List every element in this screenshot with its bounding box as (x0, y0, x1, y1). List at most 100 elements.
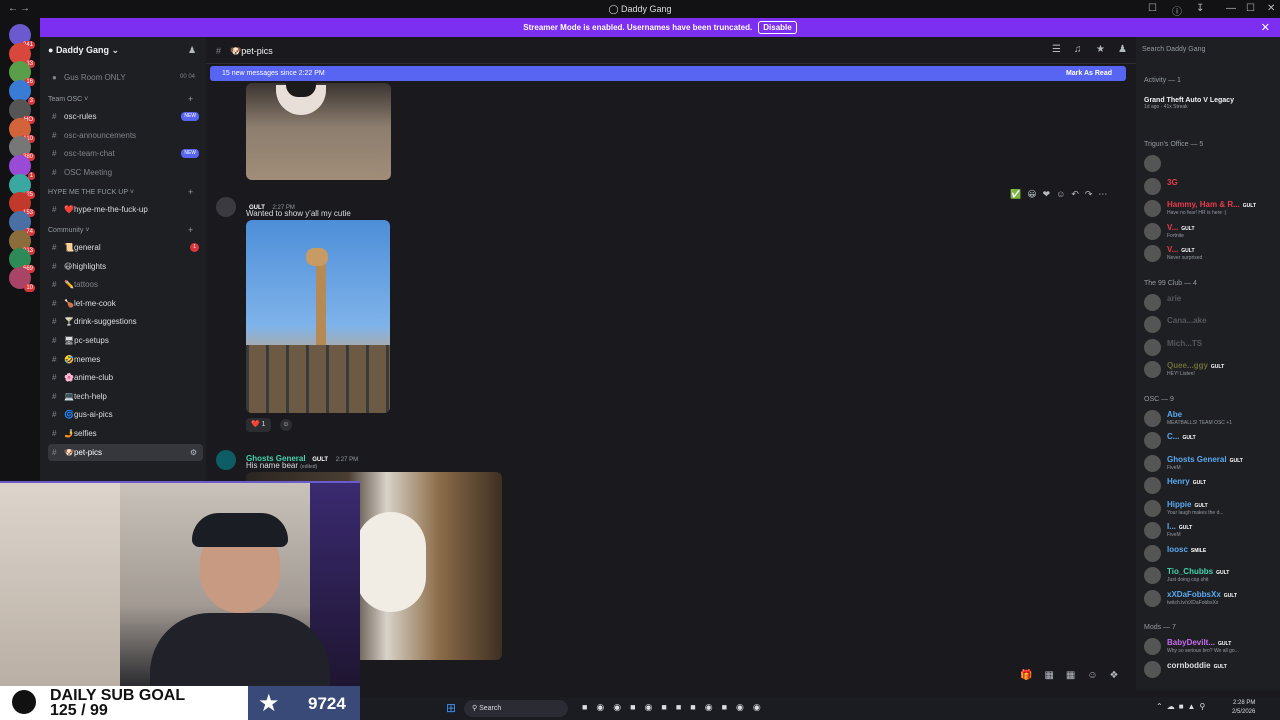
system-tray[interactable]: ⌃☁■▲⚲ (1156, 702, 1209, 711)
gear-icon[interactable]: ⚙ (190, 444, 197, 461)
category-header[interactable]: Community ˅ (48, 227, 89, 234)
channel-item[interactable]: # 🐶pet-pics ⚙ (48, 443, 203, 461)
member-name: Henry GULT (1167, 477, 1206, 486)
member-item[interactable]: Ghosts General GULT FiveM (1142, 453, 1278, 475)
add-member-icon[interactable]: ♟ (188, 45, 196, 56)
member-name: V... GULT (1167, 245, 1195, 254)
disable-button[interactable]: Disable (758, 21, 797, 34)
member-item[interactable]: loosc SMILE (1142, 543, 1278, 565)
member-item[interactable]: cornboddie GULT (1142, 659, 1278, 681)
member-name: I... GULT (1167, 522, 1193, 531)
create-channel-icon[interactable]: + (188, 187, 193, 197)
taskbar-apps[interactable]: ■◉◉■◉■■■◉■◉◉ (582, 702, 770, 713)
close-window-icon[interactable]: ✕ (1267, 3, 1275, 14)
threads-icon[interactable]: ☰ (1052, 44, 1061, 55)
server-name[interactable]: ● Daddy Gang ⌄ (48, 45, 119, 56)
channel-item[interactable]: # osc-team-chat NEW (48, 145, 203, 162)
hash-icon: # (52, 317, 57, 327)
channel-item[interactable]: # osc-rules NEW (48, 108, 203, 125)
channel-item[interactable]: # 🍸drink-suggestions (48, 313, 203, 330)
member-item[interactable]: V... GULT Never surprised (1142, 243, 1278, 265)
channel-gus-room[interactable]: ● Gus Room ONLY 00 04 (48, 69, 203, 86)
minimize-icon[interactable]: — (1226, 3, 1236, 14)
add-reaction-icon[interactable]: ☺ (280, 419, 292, 431)
member-item[interactable]: 3G (1142, 176, 1278, 198)
channel-label: 🍗let-me-cook (64, 298, 116, 308)
mute-icon[interactable]: ♫ (1074, 44, 1082, 55)
message-actions[interactable]: ✅😀❤☺↶↷⋯ (1010, 189, 1113, 200)
member-status: twitch.tv/xXDaFobbsXx (1167, 599, 1219, 606)
guild-tag: GULT (1192, 480, 1206, 486)
taskbar-search-text: Search (479, 705, 502, 712)
channel-item[interactable]: # 🤳selfies (48, 425, 203, 442)
channel-item[interactable]: # ❤️hype-me-the-fuck-up (48, 201, 203, 218)
member-item[interactable]: Mich...TS (1142, 337, 1278, 359)
member-item[interactable]: xXDaFobbsXx GULT twitch.tv/xXDaFobbsXx (1142, 588, 1278, 610)
channel-item[interactable]: # 🍗let-me-cook (48, 295, 203, 312)
taskbar-search[interactable]: ⚲ Search (464, 700, 568, 717)
guild-tag: GULT (1213, 663, 1227, 670)
help-icon[interactable]: ⓘ (1172, 3, 1182, 18)
member-item[interactable]: Henry GULT (1142, 475, 1278, 497)
taskbar: ⊞ ⚲ Search ■◉◉■◉■■■◉■◉◉ ⌃☁■▲⚲ 2:28 PM 2/5… (360, 697, 1280, 720)
member-item[interactable]: arie (1142, 292, 1278, 314)
channel-item[interactable]: # 🖥pc-setups (48, 332, 203, 349)
close-banner-icon[interactable]: ✕ (1261, 21, 1270, 34)
mark-as-read-button[interactable]: Mark As Read (1066, 66, 1112, 81)
avatar[interactable] (216, 450, 236, 470)
pin-icon[interactable]: ★ (1096, 44, 1105, 55)
member-item[interactable]: Hammy, Ham & R... GULT Have no fear! HR is… (1142, 198, 1278, 220)
member-item[interactable]: Cana...ake (1142, 314, 1278, 336)
member-item[interactable]: BabyDevilt... GULT Why so serious bro? We … (1142, 636, 1278, 658)
create-channel-icon[interactable]: + (188, 225, 193, 235)
avatar (1144, 477, 1161, 494)
clock[interactable]: 2:28 PM 2/5/2026 (1232, 699, 1255, 717)
channel-item[interactable]: # osc-announcements (48, 127, 203, 144)
dog-photo[interactable] (246, 83, 391, 180)
search-box[interactable]: Search Daddy Gang (1142, 46, 1205, 53)
create-channel-icon[interactable]: + (188, 94, 193, 104)
channel-item[interactable]: # 😃highlights (48, 258, 203, 275)
new-messages-bar[interactable]: 15 new messages since 2:22 PM Mark As Re… (210, 66, 1126, 81)
member-name: Quee...ggy GULT (1167, 361, 1225, 370)
channel-item[interactable]: # 🤣memes (48, 351, 203, 368)
member-list-icon[interactable]: ♟ (1118, 44, 1127, 55)
inbox-icon[interactable]: ☐ (1148, 3, 1157, 14)
activity-game: Grand Theft Auto V Legacy (1144, 97, 1234, 104)
avatar[interactable] (216, 197, 236, 217)
member-status: Fortnite (1167, 232, 1184, 239)
channel-item[interactable]: # ✏️tattoos (48, 276, 203, 293)
reaction-heart[interactable]: ❤️ 1 (246, 418, 271, 432)
member-item[interactable] (1142, 153, 1278, 175)
avatar (1144, 293, 1161, 311)
channel-label: 🌸anime-club (64, 373, 114, 383)
composer-tools[interactable]: 🎁▦▦☺❖ (1020, 670, 1131, 681)
hash-icon: # (52, 243, 57, 252)
member-item[interactable]: Abe MEATBALLS! TEAM OSC +1 (1142, 408, 1278, 430)
maximize-icon[interactable]: ☐ (1246, 3, 1255, 14)
member-item[interactable]: Quee...ggy GULT HEY! Listen! (1142, 359, 1278, 381)
member-item[interactable]: Hippie GULT Your laugh makes the d... (1142, 498, 1278, 520)
channel-label: 📜general (64, 243, 101, 252)
member-item[interactable]: Tio_Chubbs GULT Just doing cop shit (1142, 565, 1278, 587)
start-icon[interactable]: ⊞ (446, 701, 456, 715)
server-name-text: Daddy Gang (55, 45, 109, 55)
channel-item[interactable]: # 🌸anime-club (48, 369, 203, 386)
channel-item[interactable]: # 💻tech-help (48, 388, 203, 405)
voice-meta: 00 04 (179, 74, 195, 80)
member-item[interactable]: C... GULT (1142, 430, 1278, 452)
guild-tag: GULT (1216, 570, 1230, 576)
channel-item[interactable]: # OSC Meeting (48, 164, 203, 181)
server-icon[interactable]: 10 (9, 267, 35, 293)
member-item[interactable]: V... GULT Fortnite (1142, 221, 1278, 243)
download-icon[interactable]: ↧ (1196, 3, 1204, 14)
giraffe-photo[interactable] (246, 220, 390, 413)
channel-item[interactable]: # 📜general 1 (48, 239, 203, 256)
activity-card[interactable]: Grand Theft Auto V Legacy 1d ago · 41x St… (1144, 93, 1274, 121)
member-item[interactable]: I... GULT FiveM (1142, 520, 1278, 542)
channel-item[interactable]: # 🌀gus-ai-pics (48, 406, 203, 423)
chat-header: # 🐶pet-pics ☰ ♫ ★ ♟ (206, 37, 1136, 64)
category-header[interactable]: Team OSC ˅ (48, 96, 88, 103)
category-header[interactable]: HYPE ME THE FUCK UP ˅ (48, 189, 134, 196)
channel-label: osc-team-chat (64, 149, 115, 159)
